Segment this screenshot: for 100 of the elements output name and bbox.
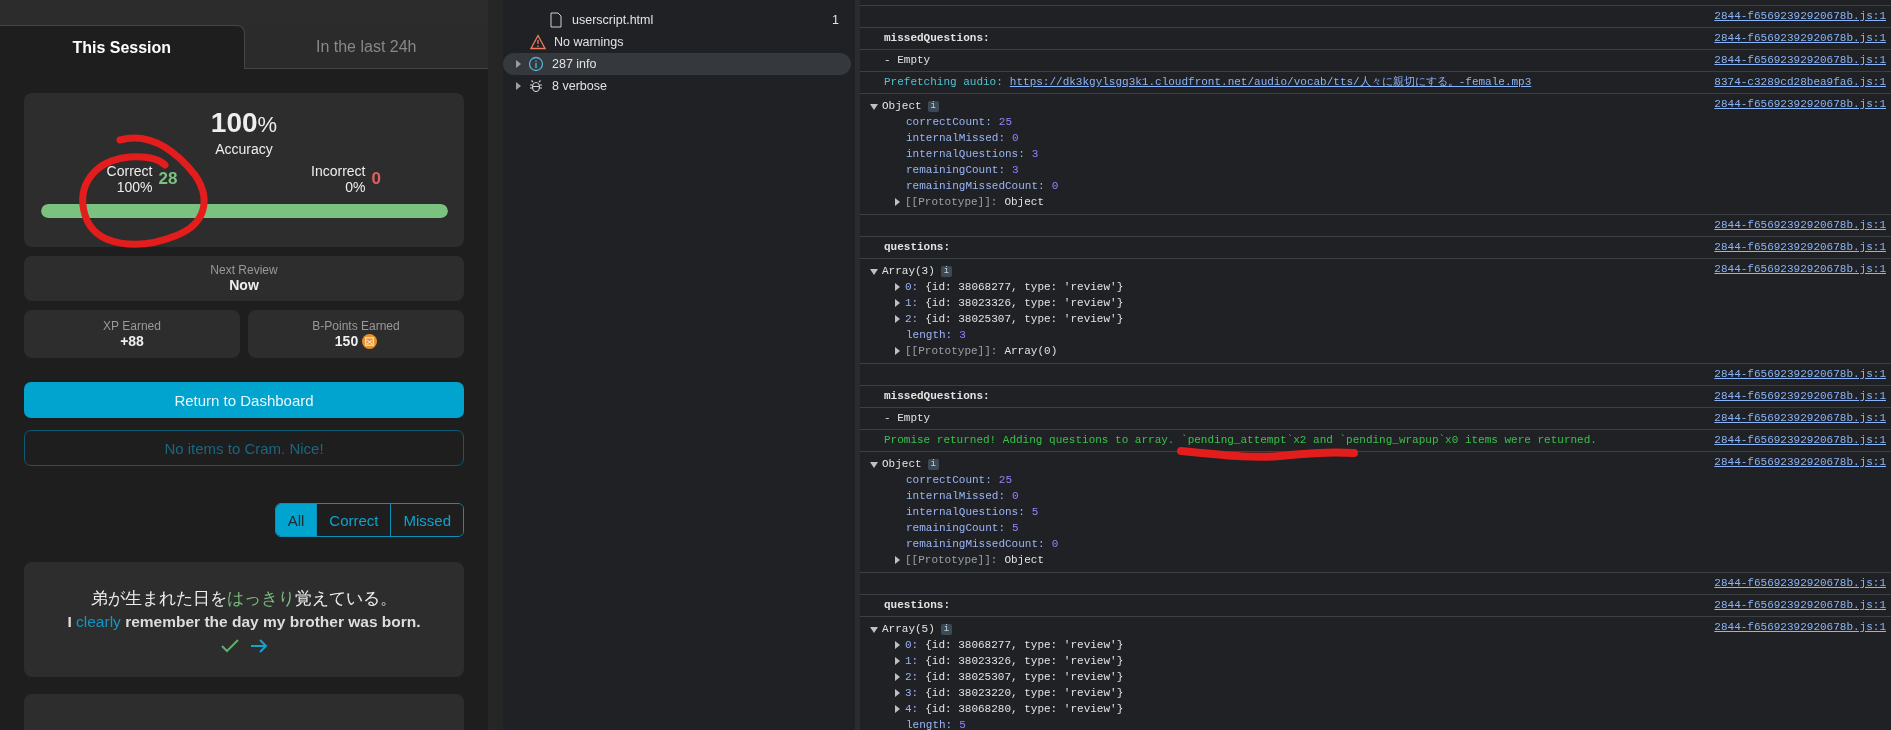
property-value: 5: [1012, 521, 1019, 536]
sidebar-item[interactable]: userscript.html 1: [503, 9, 851, 31]
property-key: 2:: [905, 311, 919, 327]
expand-triangle-icon[interactable]: [895, 673, 900, 681]
property-value: {id: 38023326, type: 'review'}: [925, 296, 1124, 311]
property-value: {id: 38068277, type: 'review'}: [925, 638, 1124, 653]
property-value: 3: [959, 328, 966, 343]
property-key: length:: [906, 717, 953, 730]
object-header[interactable]: Array(3): [882, 264, 935, 279]
property-value: Object: [1004, 195, 1045, 210]
property-key: remainingMissedCount:: [906, 178, 1045, 194]
source-link[interactable]: 2844-f65692392920678b.js:1: [1714, 620, 1886, 635]
points-label: B-Points Earned: [312, 318, 400, 333]
property-value: {id: 38068280, type: 'review'}: [925, 702, 1124, 717]
source-link[interactable]: 2844-f65692392920678b.js:1: [1714, 53, 1886, 68]
incorrect-count: 0: [371, 169, 381, 189]
property-value: 3: [1012, 163, 1019, 178]
property-key: 0:: [905, 637, 919, 653]
property-key: remainingCount:: [906, 520, 1006, 536]
property-value: {id: 38068277, type: 'review'}: [925, 280, 1124, 295]
xp-label: XP Earned: [103, 318, 161, 333]
url-link[interactable]: https://dk3kgylsgq3k1.cloudfront.net/audio/vocab/tts/人々に親切にする。-female.mp3: [1009, 75, 1532, 90]
log-label: missedQuestions:: [884, 31, 991, 46]
object-header[interactable]: Object: [882, 99, 922, 114]
source-link[interactable]: 2844-f65692392920678b.js:1: [1714, 9, 1886, 24]
source-link[interactable]: 2844-f65692392920678b.js:1: [1714, 389, 1886, 404]
expand-triangle-icon[interactable]: [895, 283, 900, 291]
property-key: correctCount:: [906, 472, 992, 488]
japanese-sentence: 弟が生まれた日をはっきり 覚えている。: [91, 586, 397, 610]
expand-triangle-icon[interactable]: [895, 347, 900, 355]
object-header[interactable]: Array(5): [882, 622, 935, 637]
log-message: - Empty: [884, 53, 932, 68]
property-value: {id: 38023326, type: 'review'}: [925, 654, 1124, 669]
expand-triangle-icon[interactable]: [870, 268, 878, 275]
log-message: Promise returned! Adding questions to array. `pending_attempt`x2 and `pending_wrapup`x0 items were returned.: [884, 433, 1598, 448]
sidebar-item[interactable]: 8 verbose: [503, 75, 851, 97]
source-link[interactable]: 8374-c3289cd28bea9fa6.js:1: [1714, 75, 1886, 90]
points-value: 150: [334, 332, 359, 350]
property-key: internalQuestions:: [906, 146, 1025, 162]
source-link[interactable]: 2844-f65692392920678b.js:1: [1714, 576, 1886, 591]
property-value: 5: [1031, 505, 1039, 520]
property-value: Object: [1004, 553, 1045, 568]
source-link[interactable]: 2844-f65692392920678b.js:1: [1714, 598, 1886, 613]
source-link[interactable]: 2844-f65692392920678b.js:1: [1714, 455, 1886, 470]
expand-triangle-icon[interactable]: [895, 657, 900, 665]
bug-icon: [528, 78, 544, 94]
property-value: 0: [1012, 131, 1019, 146]
expand-triangle-icon[interactable]: [895, 299, 900, 307]
info-badge: i: [927, 459, 939, 470]
source-link[interactable]: 2844-f65692392920678b.js:1: [1714, 433, 1886, 448]
property-key: 0:: [905, 279, 919, 295]
property-value: 5: [959, 718, 966, 730]
sidebar-item[interactable]: 287 info: [503, 53, 851, 75]
expand-triangle-icon[interactable]: [870, 103, 878, 110]
property-key: remainingCount:: [906, 162, 1006, 178]
tab[interactable]: This Session: [0, 25, 245, 69]
accuracy-value: 100%: [210, 107, 278, 140]
correct-label: Correct 100%: [106, 163, 153, 195]
expand-triangle-icon[interactable]: [516, 60, 521, 68]
source-link[interactable]: 2844-f65692392920678b.js:1: [1714, 218, 1886, 233]
expand-triangle-icon[interactable]: [516, 82, 521, 90]
property-value: {id: 38025307, type: 'review'}: [925, 312, 1124, 327]
source-link[interactable]: 2844-f65692392920678b.js:1: [1714, 240, 1886, 255]
filter-tab[interactable]: Missed: [390, 504, 463, 536]
source-link[interactable]: 2844-f65692392920678b.js:1: [1714, 411, 1886, 426]
log-label: missedQuestions:: [884, 389, 991, 404]
source-link[interactable]: 2844-f65692392920678b.js:1: [1714, 262, 1886, 277]
source-link[interactable]: 2844-f65692392920678b.js:1: [1714, 97, 1886, 112]
warning-icon: [530, 34, 546, 50]
property-key: internalMissed:: [906, 130, 1006, 146]
property-key: internalMissed:: [906, 488, 1006, 504]
expand-triangle-icon[interactable]: [895, 556, 900, 564]
source-link[interactable]: 2844-f65692392920678b.js:1: [1714, 367, 1886, 382]
property-value: 0: [1051, 179, 1059, 194]
arrow-right-icon[interactable]: [250, 637, 268, 654]
property-key: correctCount:: [906, 114, 992, 130]
source-link[interactable]: 2844-f65692392920678b.js:1: [1714, 31, 1886, 46]
property-key: 4:: [905, 701, 919, 717]
property-key: [[Prototype]]:: [905, 343, 998, 359]
expand-triangle-icon[interactable]: [895, 315, 900, 323]
expand-triangle-icon[interactable]: [895, 705, 900, 713]
object-header[interactable]: Object: [882, 457, 922, 472]
correct-count: 28: [158, 169, 178, 189]
file-icon: [548, 12, 564, 28]
expand-triangle-icon[interactable]: [895, 689, 900, 697]
next-review-label: Next Review: [210, 263, 278, 277]
expand-triangle-icon[interactable]: [895, 198, 900, 206]
sidebar-item[interactable]: No warnings: [503, 31, 851, 53]
property-key: [[Prototype]]:: [905, 194, 998, 210]
property-value: 25: [998, 473, 1013, 488]
info-icon: [528, 56, 544, 72]
expand-triangle-icon[interactable]: [870, 461, 878, 468]
log-label: questions:: [884, 240, 951, 255]
expand-triangle-icon[interactable]: [870, 626, 878, 633]
info-badge: i: [940, 624, 953, 635]
filter-tab[interactable]: All: [275, 504, 317, 536]
log-message: - Empty: [884, 411, 932, 426]
property-key: [[Prototype]]:: [905, 552, 998, 568]
expand-triangle-icon[interactable]: [895, 641, 900, 649]
xp-value: +88: [120, 332, 144, 350]
